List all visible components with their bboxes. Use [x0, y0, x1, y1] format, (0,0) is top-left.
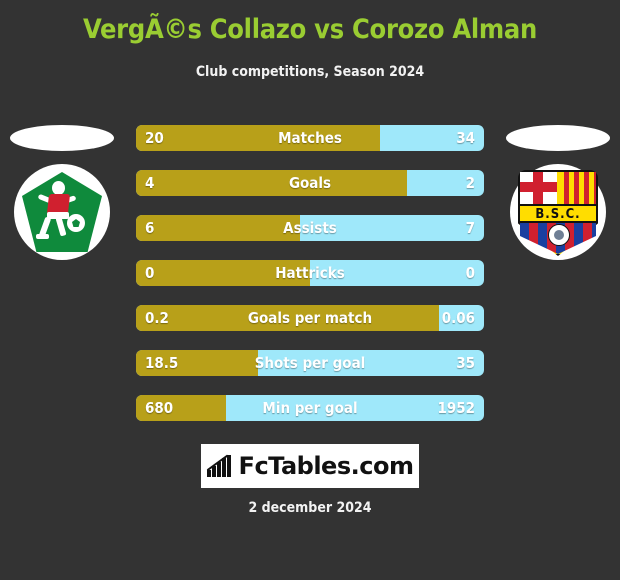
stat-row-shots-per-goal: 18.5 Shots per goal 35: [136, 350, 484, 376]
stat-right-value: 1952: [437, 399, 475, 417]
stat-right-value: 0.06: [441, 309, 475, 327]
stat-row-goals: 4 Goals 2: [136, 170, 484, 196]
page-subtitle: Club competitions, Season 2024: [195, 64, 425, 80]
page-title: VergÃ©s Collazo vs Corozo Alman: [82, 14, 538, 45]
fctables-logo[interactable]: FcTables.com: [201, 444, 419, 488]
stat-row-matches: 20 Matches 34: [136, 125, 484, 151]
stat-row-assists: 6 Assists 7: [136, 215, 484, 241]
stat-label: Goals: [288, 174, 332, 192]
stat-label: Shots per goal: [254, 354, 366, 372]
stat-label: Matches: [278, 129, 342, 147]
stat-comparison-card: VergÃ©s Collazo vs Corozo Alman Club com…: [0, 0, 620, 580]
left-ellipse-decoration: [10, 125, 114, 151]
stat-right-value: 7: [465, 219, 475, 237]
stat-label: Assists: [283, 219, 337, 237]
stats-bar-list: 20 Matches 34 4 Goals 2 6 Assists 7 0 Ha…: [136, 125, 484, 440]
stat-right-value: 2: [465, 174, 475, 192]
stat-right-value: 34: [456, 129, 475, 147]
stat-right-value: 35: [456, 354, 475, 372]
stat-right-value: 0: [465, 264, 475, 282]
generated-date: 2 december 2024: [248, 500, 372, 516]
right-team-emblem: B.S.C.: [498, 110, 618, 270]
stat-row-hattricks: 0 Hattricks 0: [136, 260, 484, 286]
stat-row-min-per-goal: 680 Min per goal 1952: [136, 395, 484, 421]
stat-label: Hattricks: [275, 264, 345, 282]
crest-monogram: B.S.C.: [535, 207, 581, 222]
left-team-emblem: [2, 110, 122, 270]
right-ellipse-decoration: [506, 125, 610, 151]
fctables-logo-text: FcTables.com: [238, 452, 414, 480]
stat-label: Goals per match: [247, 309, 373, 327]
barcelona-sc-crest-icon: B.S.C.: [518, 170, 598, 256]
bar-chart-icon: [206, 454, 233, 477]
stat-label: Min per goal: [262, 399, 358, 417]
stat-row-goals-per-match: 0.2 Goals per match 0.06: [136, 305, 484, 331]
